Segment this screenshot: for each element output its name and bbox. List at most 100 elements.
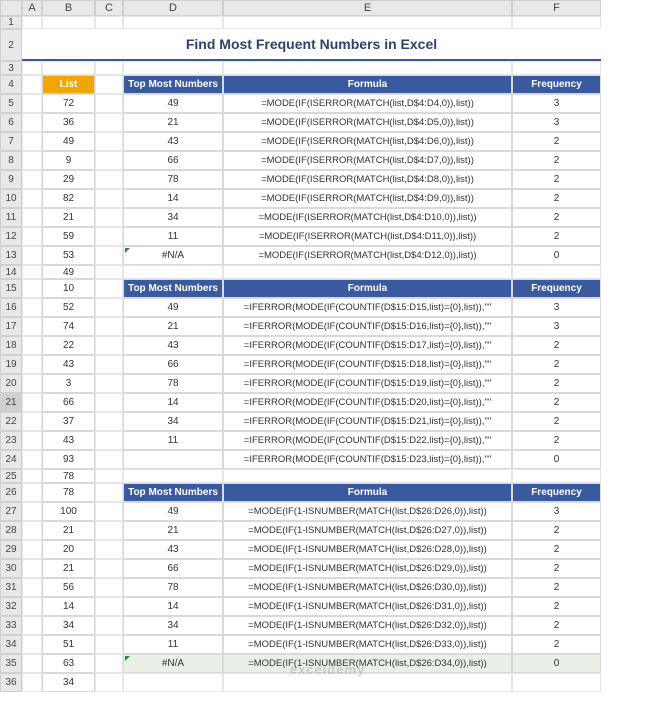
col-E[interactable]: E bbox=[223, 0, 512, 16]
col-C[interactable]: C bbox=[95, 0, 123, 16]
list-item: 74 bbox=[42, 317, 95, 336]
row-5[interactable]: 5 bbox=[0, 94, 22, 113]
cell bbox=[22, 483, 42, 502]
row-22[interactable]: 22 bbox=[0, 412, 22, 431]
list-item: 21 bbox=[42, 208, 95, 227]
row-20[interactable]: 20 bbox=[0, 374, 22, 393]
row-14[interactable]: 14 bbox=[0, 265, 22, 279]
cell bbox=[22, 654, 42, 673]
cell bbox=[123, 265, 223, 279]
row-31[interactable]: 31 bbox=[0, 578, 22, 597]
row-3[interactable]: 3 bbox=[0, 61, 22, 75]
formula-cell: =MODE(IF(1-ISNUMBER(MATCH(list,D$26:D33,… bbox=[223, 635, 512, 654]
cell bbox=[95, 246, 123, 265]
col-B[interactable]: B bbox=[42, 0, 95, 16]
row-16[interactable]: 16 bbox=[0, 298, 22, 317]
cell bbox=[42, 61, 95, 75]
cell bbox=[95, 374, 123, 393]
cell bbox=[123, 16, 223, 29]
row-15[interactable]: 15 bbox=[0, 279, 22, 298]
row-7[interactable]: 7 bbox=[0, 132, 22, 151]
cell bbox=[95, 113, 123, 132]
cell bbox=[95, 616, 123, 635]
hdr-top-2: Top Most Numbers bbox=[123, 279, 223, 298]
frequency: 2 bbox=[512, 635, 601, 654]
frequency: 3 bbox=[512, 317, 601, 336]
cell bbox=[95, 355, 123, 374]
formula-cell: =MODE(IF(ISERROR(MATCH(list,D$4:D5,0)),l… bbox=[223, 113, 512, 132]
frequency: 2 bbox=[512, 540, 601, 559]
cell bbox=[95, 94, 123, 113]
frequency: 2 bbox=[512, 336, 601, 355]
row-19[interactable]: 19 bbox=[0, 355, 22, 374]
row-17[interactable]: 17 bbox=[0, 317, 22, 336]
row-2[interactable]: 2 bbox=[0, 29, 22, 61]
row-28[interactable]: 28 bbox=[0, 521, 22, 540]
row-30[interactable]: 30 bbox=[0, 559, 22, 578]
row-1[interactable]: 1 bbox=[0, 16, 22, 29]
row-35[interactable]: 35 bbox=[0, 654, 22, 673]
hdr-formula-1: Formula bbox=[223, 75, 512, 94]
formula-cell: =MODE(IF(1-ISNUMBER(MATCH(list,D$26:D34,… bbox=[223, 654, 512, 673]
cell bbox=[22, 317, 42, 336]
col-A[interactable]: A bbox=[22, 0, 42, 16]
list-item: 14 bbox=[42, 597, 95, 616]
row-21[interactable]: 21 bbox=[0, 393, 22, 412]
row-8[interactable]: 8 bbox=[0, 151, 22, 170]
formula-cell: =IFERROR(MODE(IF(COUNTIF(D$15:D19,list)=… bbox=[223, 374, 512, 393]
top-number: 11 bbox=[123, 227, 223, 246]
row-26[interactable]: 26 bbox=[0, 483, 22, 502]
cell bbox=[95, 521, 123, 540]
list-item: 78 bbox=[42, 469, 95, 483]
row-36[interactable]: 36 bbox=[0, 673, 22, 692]
cell bbox=[123, 61, 223, 75]
cell bbox=[223, 265, 512, 279]
list-item: 43 bbox=[42, 431, 95, 450]
cell bbox=[512, 265, 601, 279]
hdr-formula-3: Formula bbox=[223, 483, 512, 502]
row-12[interactable]: 12 bbox=[0, 227, 22, 246]
top-number: 21 bbox=[123, 317, 223, 336]
row-4[interactable]: 4 bbox=[0, 75, 22, 94]
top-number: 78 bbox=[123, 170, 223, 189]
frequency: 3 bbox=[512, 298, 601, 317]
row-25[interactable]: 25 bbox=[0, 469, 22, 483]
top-number: 43 bbox=[123, 336, 223, 355]
top-number: 34 bbox=[123, 616, 223, 635]
page-title: Find Most Frequent Numbers in Excel bbox=[22, 29, 601, 61]
frequency: 2 bbox=[512, 132, 601, 151]
corner-cell[interactable] bbox=[0, 0, 22, 16]
formula-cell: =IFERROR(MODE(IF(COUNTIF(D$15:D16,list)=… bbox=[223, 317, 512, 336]
list-item: 63 bbox=[42, 654, 95, 673]
row-33[interactable]: 33 bbox=[0, 616, 22, 635]
row-27[interactable]: 27 bbox=[0, 502, 22, 521]
row-6[interactable]: 6 bbox=[0, 113, 22, 132]
list-header: List bbox=[42, 75, 95, 94]
formula-cell: =MODE(IF(ISERROR(MATCH(list,D$4:D7,0)),l… bbox=[223, 151, 512, 170]
formula-cell: =IFERROR(MODE(IF(COUNTIF(D$15:D15,list)=… bbox=[223, 298, 512, 317]
row-32[interactable]: 32 bbox=[0, 597, 22, 616]
row-9[interactable]: 9 bbox=[0, 170, 22, 189]
row-34[interactable]: 34 bbox=[0, 635, 22, 654]
cell bbox=[123, 673, 223, 692]
top-number: 14 bbox=[123, 597, 223, 616]
frequency: 2 bbox=[512, 578, 601, 597]
cell bbox=[22, 521, 42, 540]
row-29[interactable]: 29 bbox=[0, 540, 22, 559]
row-23[interactable]: 23 bbox=[0, 431, 22, 450]
cell bbox=[95, 559, 123, 578]
formula-cell: =MODE(IF(1-ISNUMBER(MATCH(list,D$26:D29,… bbox=[223, 559, 512, 578]
cell bbox=[42, 16, 95, 29]
row-13[interactable]: 13 bbox=[0, 246, 22, 265]
frequency: 2 bbox=[512, 521, 601, 540]
cell bbox=[22, 597, 42, 616]
row-18[interactable]: 18 bbox=[0, 336, 22, 355]
formula-cell: =MODE(IF(1-ISNUMBER(MATCH(list,D$26:D28,… bbox=[223, 540, 512, 559]
col-D[interactable]: D bbox=[123, 0, 223, 16]
cell bbox=[22, 578, 42, 597]
row-24[interactable]: 24 bbox=[0, 450, 22, 469]
row-10[interactable]: 10 bbox=[0, 189, 22, 208]
frequency: 3 bbox=[512, 502, 601, 521]
row-11[interactable]: 11 bbox=[0, 208, 22, 227]
col-F[interactable]: F bbox=[512, 0, 601, 16]
